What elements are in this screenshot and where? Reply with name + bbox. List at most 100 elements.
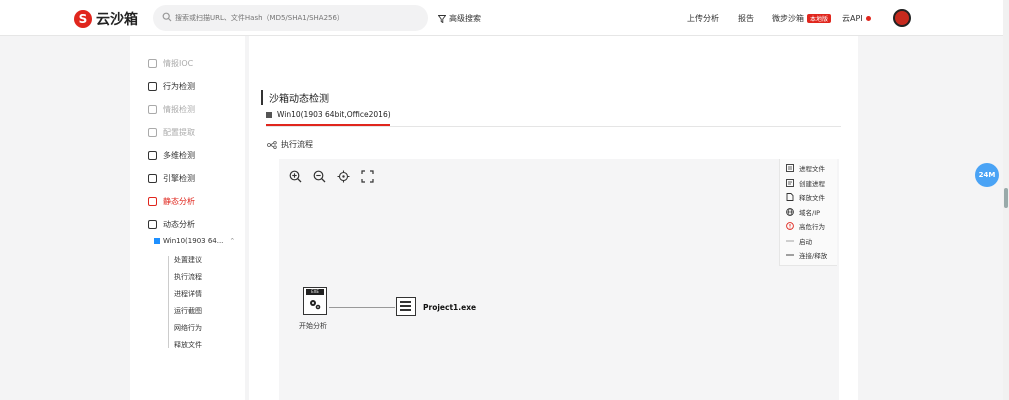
sidebar-item-label: 动态分析 — [163, 220, 195, 229]
top-header: S 云沙箱 高级搜索 上传分析 报告 微步沙箱本地版 云API — [0, 0, 1003, 36]
scrollbar[interactable] — [1003, 0, 1009, 400]
filter-icon — [438, 14, 446, 23]
sidebar-item-static[interactable]: 静态分析 — [148, 196, 195, 207]
sidebar-item-intel[interactable]: 情报检测 — [148, 104, 195, 115]
dynamic-icon — [148, 220, 157, 229]
section-title: 沙箱动态检测 — [261, 90, 329, 105]
sidebar-item-engine[interactable]: 引擎检测 — [148, 173, 195, 184]
logo[interactable]: S 云沙箱 — [74, 9, 138, 29]
sidebar-item-dynamic[interactable]: 动态分析 — [148, 219, 195, 230]
zoom-in-button[interactable] — [286, 167, 304, 185]
warning-icon — [786, 222, 794, 231]
flow-edge — [329, 307, 395, 308]
ioc-icon — [148, 59, 157, 68]
center-button[interactable] — [334, 167, 352, 185]
sidebar-leaf-flow[interactable]: 执行流程 — [174, 272, 202, 282]
legend-process-file: 进程文件 — [780, 161, 837, 176]
create-process-icon — [786, 178, 794, 187]
process-line — [400, 309, 411, 311]
sidebar-leaf-network[interactable]: 网络行为 — [174, 323, 202, 333]
nav-api[interactable]: 云API — [842, 13, 871, 24]
intel-icon — [148, 105, 157, 114]
legend-high-risk: 高危行为 — [780, 219, 837, 234]
legend-label: 高危行为 — [799, 223, 825, 232]
legend-label: 启动 — [799, 237, 812, 246]
process-node[interactable] — [396, 297, 416, 316]
legend-label: 进程文件 — [799, 165, 825, 174]
line-dark-icon — [786, 254, 794, 256]
sidebar-item-label: 行为检测 — [163, 82, 195, 91]
tab-label: Win10(1903 64bit,Office2016) — [277, 110, 391, 119]
globe-icon — [786, 207, 794, 216]
avatar[interactable] — [893, 9, 911, 27]
sidebar-item-multi[interactable]: 多维检测 — [148, 150, 195, 161]
flow-legend: 进程文件 创建进程 释放文件 域名/IP 高危行为 启动 连接/释放 — [779, 159, 837, 266]
search-bar — [153, 5, 428, 31]
logo-text: 云沙箱 — [96, 12, 138, 28]
env-label: Win10(1903 64... — [163, 237, 224, 245]
process-line — [400, 301, 411, 303]
zoom-in-icon — [289, 170, 301, 182]
tab-divider — [266, 126, 841, 127]
legend-create-process: 创建进程 — [780, 176, 837, 191]
flow-title: 执行流程 — [267, 139, 313, 150]
search-icon — [162, 12, 172, 22]
zoom-out-icon — [313, 170, 325, 182]
legend-start: 启动 — [780, 234, 837, 249]
main-panel: 沙箱动态检测 Win10(1903 64bit,Office2016) 执行流程… — [249, 36, 858, 400]
sidebar-leaf-process[interactable]: 进程详情 — [174, 289, 202, 299]
static-icon — [148, 197, 157, 206]
windows-icon — [154, 238, 160, 244]
start-node[interactable]: EXE — [303, 287, 327, 315]
exe-tag: EXE — [306, 289, 324, 295]
legend-label: 释放文件 — [799, 194, 825, 203]
nav-report[interactable]: 报告 — [738, 13, 754, 24]
behavior-icon — [148, 82, 157, 91]
sidebar-env-win10[interactable]: Win10(1903 64... ⌃ — [154, 237, 235, 245]
flow-title-label: 执行流程 — [281, 140, 313, 149]
advanced-search-label: 高级搜索 — [449, 14, 481, 23]
sidebar-item-label: 情报检测 — [163, 105, 195, 114]
sidebar-leaf-dropped[interactable]: 释放文件 — [174, 340, 202, 350]
sidebar-item-behavior[interactable]: 行为检测 — [148, 81, 195, 92]
search-input[interactable] — [175, 9, 420, 27]
legend-connect: 连接/释放 — [780, 248, 837, 263]
line-solid-icon — [786, 240, 794, 242]
sidebar-leaf-screenshot[interactable]: 运行截图 — [174, 306, 202, 316]
engine-icon — [148, 174, 157, 183]
legend-label: 创建进程 — [799, 179, 825, 188]
tab-win10-env[interactable]: Win10(1903 64bit,Office2016) — [266, 110, 391, 119]
sidebar-item-label: 引擎检测 — [163, 174, 195, 183]
scrollbar-thumb[interactable] — [1004, 188, 1008, 208]
sidebar-item-config[interactable]: 配置提取 — [148, 127, 195, 138]
sidebar-item-label: 情报IOC — [163, 59, 194, 68]
nav-upload[interactable]: 上传分析 — [687, 13, 719, 24]
advanced-search-button[interactable]: 高级搜索 — [438, 13, 481, 24]
sidebar-item-ioc[interactable]: 情报IOC — [148, 58, 193, 69]
legend-dropped-file: 释放文件 — [780, 190, 837, 205]
multi-icon — [148, 151, 157, 160]
sidebar: 情报IOC 行为检测 情报检测 配置提取 多维检测 引擎检测 静态分析 动态分析… — [130, 36, 245, 400]
sidebar-leaf-advice[interactable]: 处置建议 — [174, 255, 202, 265]
fullscreen-icon — [360, 169, 374, 183]
legend-label: 域名/IP — [799, 208, 821, 217]
sidebar-item-label: 静态分析 — [163, 197, 195, 206]
config-icon — [148, 128, 157, 137]
floating-badge[interactable]: 24M — [975, 163, 999, 187]
windows-icon — [266, 111, 272, 118]
fullscreen-button[interactable] — [358, 167, 376, 185]
flow-canvas[interactable]: 进程文件 创建进程 释放文件 域名/IP 高危行为 启动 连接/释放 EXE 开… — [279, 159, 839, 400]
logo-mark-icon: S — [74, 10, 92, 28]
process-line — [400, 305, 411, 307]
process-file-icon — [786, 164, 794, 173]
nav-micro-sandbox[interactable]: 微步沙箱 本地版 — [772, 13, 832, 24]
zoom-out-button[interactable] — [310, 167, 328, 185]
process-node-label: Project1.exe — [423, 303, 477, 312]
chevron-up-icon: ⌃ — [229, 237, 236, 245]
nav-api-label: 云API — [842, 14, 863, 23]
sidebar-item-label: 配置提取 — [163, 128, 195, 137]
nav-micro-sandbox-label: 微步沙箱 — [772, 14, 804, 23]
local-version-badge: 本地版 — [807, 14, 832, 23]
flow-icon — [267, 140, 277, 149]
start-node-label: 开始分析 — [299, 322, 327, 330]
